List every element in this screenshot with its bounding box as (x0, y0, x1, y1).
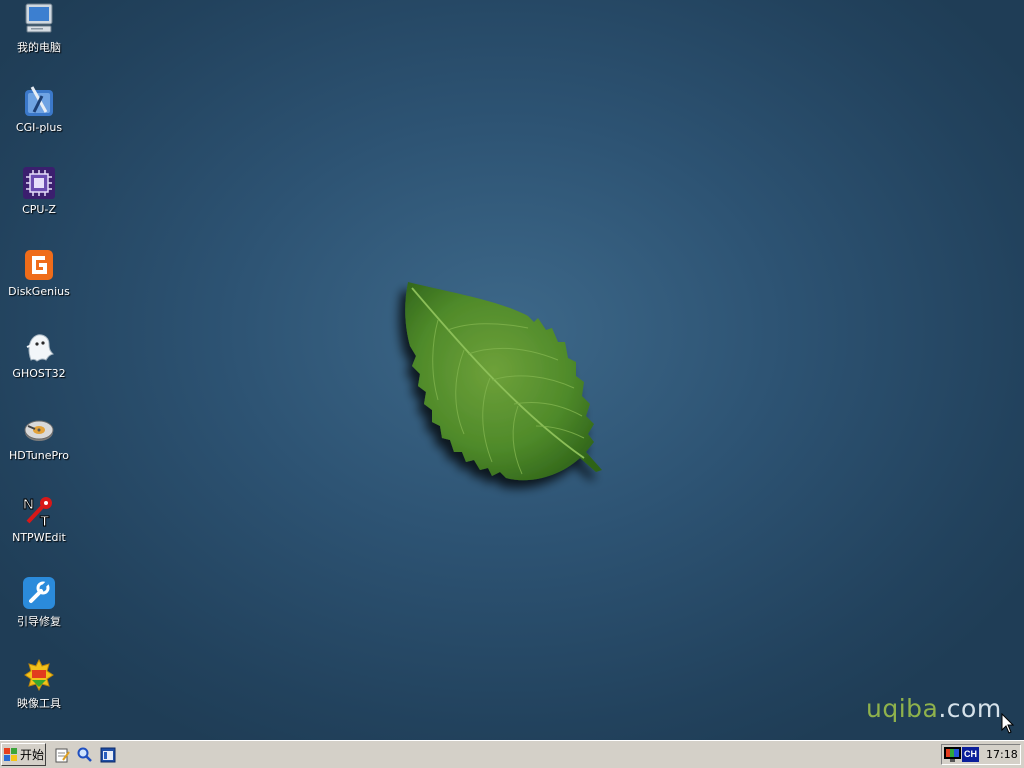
desktop-icon-label: CPU-Z (22, 203, 56, 216)
wallpaper-leaf (405, 282, 602, 481)
windows-logo-icon (4, 747, 17, 761)
system-tray: CH 17:18 (941, 744, 1021, 765)
desktop-icon-image-tool[interactable]: 映像工具 (2, 658, 76, 728)
input-method-indicator[interactable]: CH (962, 747, 979, 762)
ghost-icon (26, 334, 54, 362)
cpu-z-icon (23, 167, 55, 199)
desktop-icon-label: CGI-plus (15, 121, 63, 134)
hdtune-icon (24, 420, 54, 441)
notepad-icon[interactable] (54, 747, 70, 763)
image-tool-icon (24, 658, 54, 692)
search-icon[interactable] (77, 747, 93, 763)
desktop-icon-hdtunepro[interactable]: HDTunePro (2, 412, 76, 482)
ntpwedit-icon: N T (23, 496, 52, 528)
desktop: 我的电脑 CGI-plus CPU-Z DiskGenius GHOST32 H… (0, 0, 1024, 740)
watermark-part2: .com (938, 694, 1002, 723)
start-label: 开始 (20, 748, 45, 762)
diskgenius-icon (25, 250, 53, 280)
desktop-icon-boot-repair[interactable]: 引导修复 (2, 576, 76, 646)
desktop-icon-ntpwedit[interactable]: N T NTPWEdit (2, 494, 76, 564)
desktop-icon-label: 映像工具 (17, 697, 61, 710)
svg-text:T: T (40, 513, 49, 528)
watermark: uqiba.com (866, 694, 1002, 723)
desktop-icon-diskgenius[interactable]: DiskGenius (2, 248, 76, 318)
svg-text:N: N (23, 496, 34, 513)
display-settings-icon[interactable] (944, 747, 961, 762)
desktop-icon-label: 我的电脑 (17, 41, 61, 54)
mouse-cursor-icon (1001, 713, 1015, 734)
desktop-icon-cgi-plus[interactable]: CGI-plus (2, 84, 76, 154)
desktop-icon-label: HDTunePro (9, 449, 69, 462)
desktop-icon-my-computer[interactable]: 我的电脑 (2, 2, 76, 72)
wrench-icon (23, 577, 55, 609)
taskbar: 开始 CH 17:18 (0, 740, 1024, 768)
computer-icon (25, 3, 53, 33)
tray-clock[interactable]: 17:18 (986, 748, 1018, 761)
desktop-icon-cpu-z[interactable]: CPU-Z (2, 166, 76, 236)
desktop-icon-label: NTPWEdit (12, 531, 66, 544)
cgi-plus-icon (25, 86, 53, 116)
desktop-icon-label: DiskGenius (8, 285, 70, 298)
desktop-icon-label: GHOST32 (12, 367, 66, 380)
watermark-part1: uqiba (866, 694, 939, 723)
desktop-icon-label: 引导修复 (17, 615, 61, 628)
window-icon[interactable] (100, 747, 116, 763)
start-button[interactable]: 开始 (1, 743, 46, 766)
desktop-icon-ghost32[interactable]: GHOST32 (2, 330, 76, 400)
